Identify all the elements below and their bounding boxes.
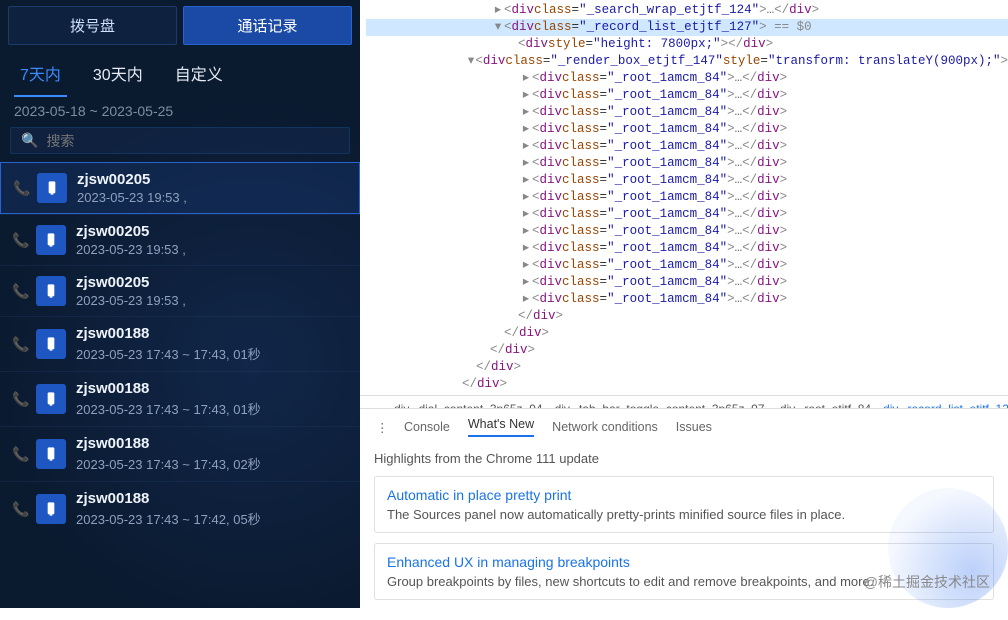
- call-meta: 2023-05-23 17:43 ~ 17:42, 05秒: [76, 509, 261, 528]
- whats-new-title: Highlights from the Chrome 111 update: [374, 451, 994, 466]
- expand-toggle[interactable]: ▸: [520, 155, 532, 172]
- avatar: [36, 439, 66, 469]
- avatar: [37, 173, 67, 203]
- expand-toggle[interactable]: ▸: [520, 121, 532, 138]
- avatar: [36, 329, 66, 359]
- phone-icon: 📞: [13, 180, 27, 197]
- card-title: Automatic in place pretty print: [387, 487, 981, 503]
- whats-new-card[interactable]: Automatic in place pretty print The Sourc…: [374, 476, 994, 533]
- phone-icon: 📞: [12, 446, 26, 463]
- main-tabbar: 拨号盘 通话记录: [0, 0, 360, 45]
- tab-call-log[interactable]: 通话记录: [183, 6, 352, 45]
- call-meta: 2023-05-23 19:53 ,: [76, 242, 186, 257]
- dial-panel: 拨号盘 通话记录 7天内 30天内 自定义 2023-05-18 ~ 2023-…: [0, 0, 360, 608]
- card-desc: The Sources panel now automatically pret…: [387, 507, 981, 522]
- expand-toggle[interactable]: ▸: [520, 138, 532, 155]
- phone-icon: 📞: [12, 501, 26, 518]
- call-name: zjsw00188: [76, 325, 261, 342]
- search-box[interactable]: 🔍: [10, 127, 350, 154]
- expand-toggle[interactable]: ▾: [467, 53, 476, 70]
- phone-icon: 📞: [12, 232, 26, 249]
- subtab-7days[interactable]: 7天内: [14, 53, 67, 97]
- drawer-menu-icon[interactable]: ⋮: [376, 420, 386, 435]
- tab-whats-new[interactable]: What's New: [468, 417, 534, 437]
- call-meta: 2023-05-23 17:43 ~ 17:43, 02秒: [76, 454, 261, 473]
- phone-icon: 📞: [12, 391, 26, 408]
- card-title: Enhanced UX in managing breakpoints: [387, 554, 981, 570]
- tab-dialpad[interactable]: 拨号盘: [8, 6, 177, 45]
- call-meta: 2023-05-23 17:43 ~ 17:43, 01秒: [76, 344, 261, 363]
- avatar: [36, 225, 66, 255]
- search-input[interactable]: [46, 133, 339, 149]
- call-row[interactable]: 📞 zjsw00205 2023-05-23 19:53 ,: [0, 162, 360, 214]
- expand-toggle[interactable]: ▾: [492, 19, 504, 36]
- call-meta: 2023-05-23 17:43 ~ 17:43, 01秒: [76, 399, 261, 418]
- expand-toggle[interactable]: ▸: [520, 70, 532, 87]
- call-meta: 2023-05-23 19:53 ,: [76, 293, 186, 308]
- tab-issues[interactable]: Issues: [676, 420, 712, 434]
- call-name: zjsw00205: [77, 171, 187, 188]
- tab-console[interactable]: Console: [404, 420, 450, 434]
- call-name: zjsw00188: [76, 435, 261, 452]
- expand-toggle[interactable]: ▸: [520, 172, 532, 189]
- call-name: zjsw00188: [76, 380, 261, 397]
- avatar: [36, 494, 66, 524]
- devtools: ▸<div class="_search_wrap_etjtf_124">…</…: [360, 0, 1008, 608]
- call-row[interactable]: 📞 zjsw00188 2023-05-23 17:43 ~ 17:43, 02…: [0, 426, 360, 481]
- range-tabbar: 7天内 30天内 自定义: [0, 45, 360, 97]
- expand-toggle[interactable]: ▸: [520, 87, 532, 104]
- breadcrumb[interactable]: …div._dial_content_3p65z_94div._tab_bar_…: [360, 395, 1008, 408]
- expand-toggle[interactable]: ▸: [520, 291, 532, 308]
- avatar: [36, 384, 66, 414]
- expand-toggle[interactable]: ▸: [520, 274, 532, 291]
- call-row[interactable]: 📞 zjsw00188 2023-05-23 17:43 ~ 17:42, 05…: [0, 481, 360, 536]
- drawer-tabs: ⋮ Console What's New Network conditions …: [360, 408, 1008, 445]
- search-icon: 🔍: [21, 132, 38, 149]
- expand-toggle[interactable]: ▸: [520, 223, 532, 240]
- call-list: 📞 zjsw00205 2023-05-23 19:53 , 📞 zjsw002…: [0, 162, 360, 536]
- tab-network-conditions[interactable]: Network conditions: [552, 420, 658, 434]
- expand-toggle[interactable]: ▸: [520, 240, 532, 257]
- date-range-label: 2023-05-18 ~ 2023-05-25: [0, 97, 360, 123]
- call-row[interactable]: 📞 zjsw00205 2023-05-23 19:53 ,: [0, 265, 360, 316]
- subtab-30days[interactable]: 30天内: [87, 53, 149, 97]
- whats-new-panel: Highlights from the Chrome 111 update Au…: [360, 445, 1008, 620]
- avatar: [36, 276, 66, 306]
- subtab-custom[interactable]: 自定义: [169, 53, 229, 97]
- elements-panel[interactable]: ▸<div class="_search_wrap_etjtf_124">…</…: [360, 0, 1008, 395]
- phone-icon: 📞: [12, 283, 26, 300]
- call-name: zjsw00205: [76, 274, 186, 291]
- expand-toggle[interactable]: ▸: [520, 189, 532, 206]
- expand-toggle[interactable]: ▸: [520, 257, 532, 274]
- expand-toggle[interactable]: ▸: [520, 104, 532, 121]
- call-row[interactable]: 📞 zjsw00205 2023-05-23 19:53 ,: [0, 214, 360, 265]
- call-row[interactable]: 📞 zjsw00188 2023-05-23 17:43 ~ 17:43, 01…: [0, 316, 360, 371]
- watermark-text: @稀土掘金技术社区: [864, 572, 990, 592]
- expand-toggle[interactable]: ▸: [520, 206, 532, 223]
- expand-toggle[interactable]: ▸: [492, 2, 504, 19]
- phone-icon: 📞: [12, 336, 26, 353]
- call-meta: 2023-05-23 19:53 ,: [77, 190, 187, 205]
- call-row[interactable]: 📞 zjsw00188 2023-05-23 17:43 ~ 17:43, 01…: [0, 371, 360, 426]
- call-name: zjsw00205: [76, 223, 186, 240]
- call-name: zjsw00188: [76, 490, 261, 507]
